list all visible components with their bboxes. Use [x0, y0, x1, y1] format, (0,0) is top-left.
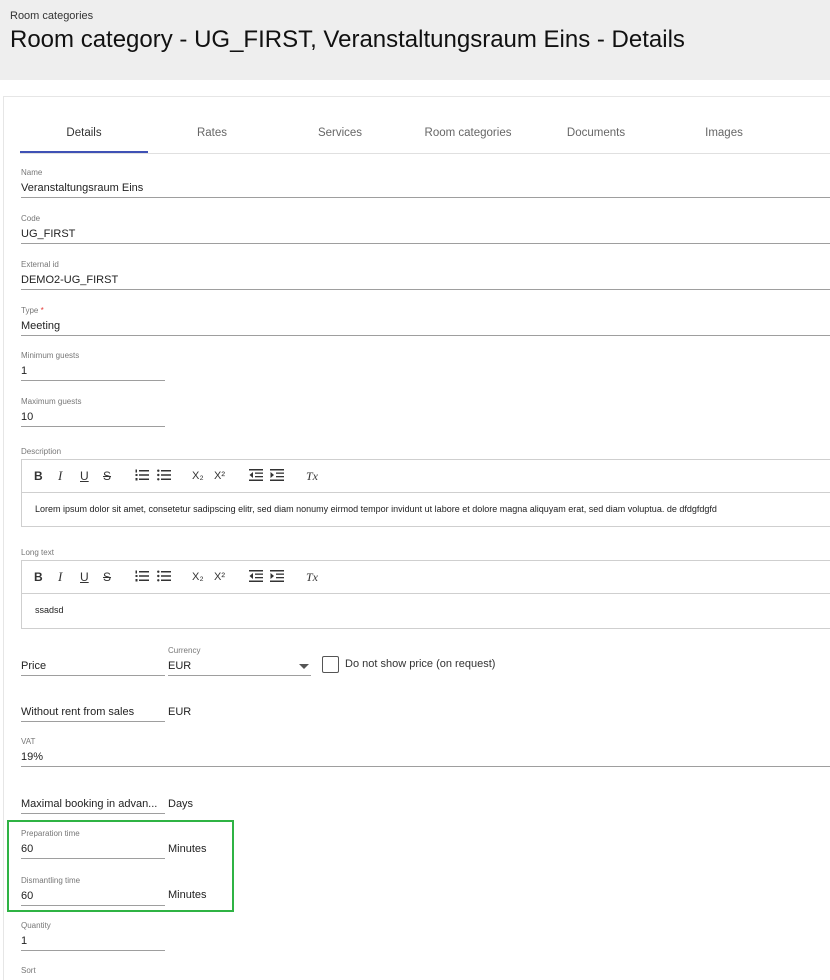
max-guests-field: Maximum guests 10 [21, 397, 165, 427]
code-field: Code UG_FIRST [21, 214, 830, 244]
italic-button[interactable]: I [58, 468, 62, 484]
currency-selected: EUR [168, 660, 192, 672]
min-guests-field: Minimum guests 1 [21, 351, 165, 381]
description-toolbar: B I U S X₂ X² Tx [22, 460, 830, 493]
max-booking-unit: Days [168, 798, 194, 810]
chevron-down-icon [299, 664, 309, 669]
type-field: Type * Meeting [21, 306, 830, 336]
sort-field: Sort [21, 966, 36, 976]
long-text-toolbar: B I U S X₂ X² Tx [22, 561, 830, 594]
clear-format-button[interactable]: Tx [306, 468, 318, 484]
long-text-label: Long text [21, 548, 54, 557]
outdent-icon[interactable] [249, 468, 263, 484]
subscript-button[interactable]: X₂ [192, 468, 204, 484]
currency-value[interactable]: EUR [168, 656, 311, 676]
description-label: Description [21, 447, 62, 456]
tab-bar: Details Rates Services Room categories D… [20, 114, 830, 154]
no-price-checkbox-label: Do not show price (on request) [345, 658, 496, 670]
underline-button[interactable]: U [80, 468, 89, 484]
price-input[interactable]: Price [21, 656, 165, 676]
quantity-label: Quantity [21, 921, 51, 930]
description-editor: B I U S X₂ X² Tx Lorem ipsum dolor sit a… [21, 459, 830, 527]
max-booking-input[interactable]: Maximal booking in advan... [21, 794, 165, 814]
tab-documents[interactable]: Documents [532, 114, 660, 153]
outdent-icon[interactable] [249, 569, 263, 585]
indent-icon[interactable] [270, 569, 284, 585]
tab-images[interactable]: Images [660, 114, 788, 153]
ordered-list-icon[interactable] [135, 569, 149, 585]
required-mark: * [40, 306, 44, 315]
tab-services[interactable]: Services [276, 114, 404, 153]
code-label: Code [21, 214, 41, 223]
underline-button[interactable]: U [80, 569, 89, 585]
vat-field: VAT 19% [21, 737, 830, 767]
superscript-button[interactable]: X² [214, 468, 225, 484]
max-booking-field: Maximal booking in advan... [21, 784, 165, 814]
external-id-label: External id [21, 260, 59, 269]
tab-rates[interactable]: Rates [148, 114, 276, 153]
strikethrough-button[interactable]: S [103, 569, 111, 585]
external-id-input[interactable]: DEMO2-UG_FIRST [21, 270, 830, 290]
strikethrough-button[interactable]: S [103, 468, 111, 484]
max-guests-label: Maximum guests [21, 397, 82, 406]
breadcrumb[interactable]: Room categories [10, 10, 93, 22]
italic-button[interactable]: I [58, 569, 62, 585]
page-title: Room category - UG_FIRST, Veranstaltungs… [10, 26, 685, 53]
no-price-checkbox[interactable] [322, 656, 339, 673]
name-label: Name [21, 168, 43, 177]
vat-input[interactable]: 19% [21, 747, 830, 767]
quantity-field: Quantity 1 [21, 921, 165, 951]
min-guests-label: Minimum guests [21, 351, 80, 360]
type-input[interactable]: Meeting [21, 316, 830, 336]
ordered-list-icon[interactable] [135, 468, 149, 484]
without-rent-field: Without rent from sales [21, 692, 165, 722]
sort-label: Sort [21, 966, 36, 975]
type-label-text: Type [21, 306, 39, 315]
bullet-list-icon[interactable] [157, 468, 171, 484]
quantity-input[interactable]: 1 [21, 931, 165, 951]
price-field: Price [21, 646, 165, 676]
bullet-list-icon[interactable] [157, 569, 171, 585]
superscript-button[interactable]: X² [214, 569, 225, 585]
vat-label: VAT [21, 737, 36, 746]
tab-details[interactable]: Details [20, 114, 148, 153]
max-guests-input[interactable]: 10 [21, 407, 165, 427]
external-id-field: External id DEMO2-UG_FIRST [21, 260, 830, 290]
code-input[interactable]: UG_FIRST [21, 224, 830, 244]
subscript-button[interactable]: X₂ [192, 569, 204, 585]
bold-button[interactable]: B [34, 569, 43, 585]
highlight-box [7, 820, 234, 912]
long-text-editor: B I U S X₂ X² Tx ssadsd [21, 560, 830, 629]
name-field: Name Veranstaltungsraum Eins [21, 168, 830, 198]
currency-label: Currency [168, 646, 201, 655]
description-content[interactable]: Lorem ipsum dolor sit amet, consetetur s… [22, 493, 830, 526]
indent-icon[interactable] [270, 468, 284, 484]
tab-room-categories[interactable]: Room categories [404, 114, 532, 153]
long-text-content[interactable]: ssadsd [22, 594, 830, 627]
clear-format-button[interactable]: Tx [306, 569, 318, 585]
without-rent-unit: EUR [168, 706, 192, 718]
min-guests-input[interactable]: 1 [21, 361, 165, 381]
without-rent-input[interactable]: Without rent from sales [21, 702, 165, 722]
bold-button[interactable]: B [34, 468, 43, 484]
currency-select[interactable]: Currency EUR [168, 646, 311, 676]
name-input[interactable]: Veranstaltungsraum Eins [21, 178, 830, 198]
page-header: Room categories Room category - UG_FIRST… [0, 0, 830, 80]
type-label: Type * [21, 306, 830, 316]
